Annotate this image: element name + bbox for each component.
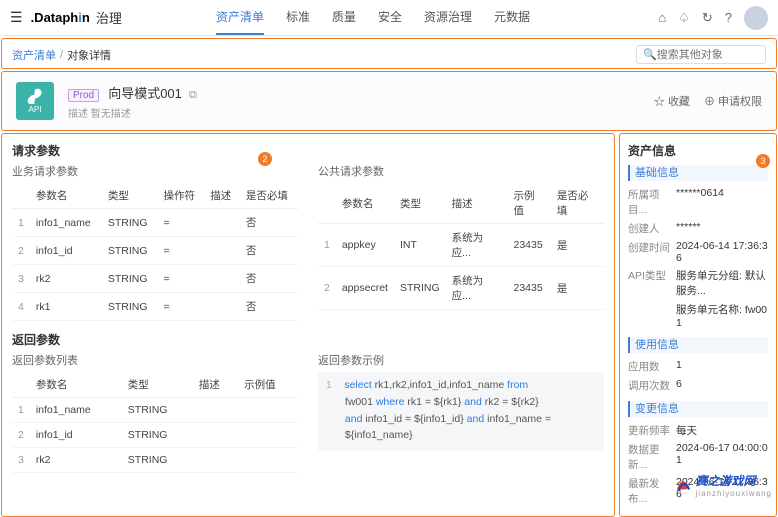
bell-icon[interactable]: ♤ bbox=[678, 10, 690, 26]
return-sample-title: 返回参数示例 bbox=[318, 352, 604, 368]
change-info-header: 变更信息 bbox=[628, 401, 768, 417]
nav-metadata[interactable]: 元数据 bbox=[494, 0, 530, 35]
biz-params-title: 业务请求参数 bbox=[12, 163, 298, 179]
watermark: 赛之游戏网jianzhiyouxiwang bbox=[674, 472, 772, 498]
table-row: 2info1_idSTRING=否 bbox=[12, 237, 298, 265]
basic-info-header: 基础信息 bbox=[628, 165, 768, 181]
nav-quality[interactable]: 质量 bbox=[332, 0, 356, 35]
search-input[interactable] bbox=[657, 49, 757, 61]
breadcrumb-current: 对象详情 bbox=[67, 47, 111, 63]
refresh-icon[interactable]: ↻ bbox=[702, 10, 713, 26]
api-tile: API bbox=[16, 82, 54, 120]
copy-icon[interactable]: ⧉ bbox=[189, 89, 197, 101]
avatar[interactable] bbox=[744, 6, 768, 30]
usage-info-header: 使用信息 bbox=[628, 337, 768, 353]
breadcrumb-sep: / bbox=[60, 49, 63, 61]
request-params-title: 请求参数 bbox=[12, 142, 604, 159]
help-icon[interactable]: ? bbox=[725, 10, 732, 25]
top-nav: 资产清单 标准 质量 安全 资源治理 元数据 bbox=[216, 0, 530, 35]
link-icon bbox=[27, 88, 43, 104]
biz-params-table: 参数名类型操作符描述是否必填 1info1_nameSTRING=否 2info… bbox=[12, 183, 298, 321]
nav-asset-list[interactable]: 资产清单 bbox=[216, 0, 264, 35]
asset-info-title: 资产信息 bbox=[628, 142, 768, 159]
nav-standard[interactable]: 标准 bbox=[286, 0, 310, 35]
logo: .Dataphin bbox=[31, 10, 90, 25]
callout-2: 2 bbox=[258, 152, 272, 166]
table-row: 4rk1STRING=否 bbox=[12, 293, 298, 321]
search-icon: 🔍 bbox=[643, 48, 657, 61]
favorite-button[interactable]: ☆ 收藏 bbox=[654, 93, 690, 109]
table-row: 1info1_nameSTRING bbox=[12, 398, 298, 423]
watermark-icon bbox=[674, 476, 692, 494]
return-params-table: 参数名类型描述示例值 1info1_nameSTRING 2info1_idST… bbox=[12, 372, 298, 473]
table-row: 1info1_nameSTRING=否 bbox=[12, 209, 298, 237]
home-icon[interactable]: ⌂ bbox=[658, 10, 666, 25]
menu-icon[interactable]: ☰ bbox=[10, 9, 23, 26]
pub-params-title: 公共请求参数 bbox=[318, 163, 604, 179]
table-row: 2info1_idSTRING bbox=[12, 423, 298, 448]
asset-name: 向导模式001 bbox=[108, 86, 182, 101]
nav-security[interactable]: 安全 bbox=[378, 0, 402, 35]
table-row: 2appsecretSTRING系统为应...23435是 bbox=[318, 267, 604, 310]
table-row: 3rk2STRING bbox=[12, 448, 298, 473]
desc-label: 描述 bbox=[68, 109, 88, 120]
search-box[interactable]: 🔍 bbox=[636, 45, 766, 64]
nav-resource[interactable]: 资源治理 bbox=[424, 0, 472, 35]
table-row: 3rk2STRING=否 bbox=[12, 265, 298, 293]
sql-sample: 1 select rk1,rk2,info1_id,info1_name fro… bbox=[318, 372, 604, 451]
api-label: API bbox=[29, 105, 42, 114]
product-name: 治理 bbox=[96, 8, 122, 27]
return-params-title: 返回参数 bbox=[12, 331, 604, 348]
env-tag: Prod bbox=[68, 89, 99, 102]
params-panel: 2 请求参数 业务请求参数 参数名类型操作符描述是否必填 1info1_name… bbox=[1, 133, 615, 517]
table-row: 1appkeyINT系统为应...23435是 bbox=[318, 224, 604, 267]
request-permission-button[interactable]: ⊕ 申请权限 bbox=[704, 93, 762, 109]
breadcrumb-root[interactable]: 资产清单 bbox=[12, 47, 56, 63]
callout-3: 3 bbox=[756, 154, 770, 168]
pub-params-table: 参数名类型描述示例值是否必填 1appkeyINT系统为应...23435是 2… bbox=[318, 183, 604, 310]
asset-hero: API Prod 向导模式001 ⧉ 描述 暂无描述 ☆ 收藏 ⊕ 申请权限 bbox=[1, 71, 777, 131]
asset-info-panel: 3 资产信息 基础信息 所属项目...******0614 创建人****** … bbox=[619, 133, 777, 517]
return-list-title: 返回参数列表 bbox=[12, 352, 298, 368]
desc-value: 暂无描述 bbox=[91, 109, 131, 120]
